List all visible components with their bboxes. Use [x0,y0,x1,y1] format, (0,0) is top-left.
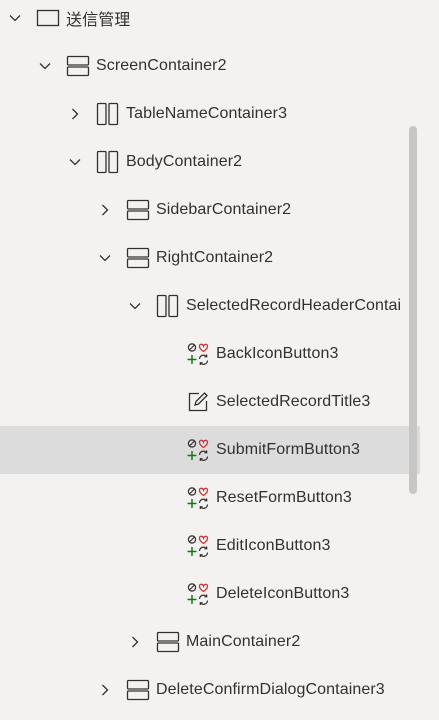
tree-item-label: SelectedRecordTitle3 [216,393,371,410]
button-icon [186,342,210,366]
button-icon [186,534,210,558]
tree-item-label: ScreenContainer2 [96,57,227,74]
tree-item-backiconbutton3[interactable]: BackIconButton3 [0,330,420,378]
tree-view: 送信管理 ScreenContainer2 TableNameContainer… [0,0,420,720]
tree-item-label: BodyContainer2 [126,153,243,170]
vertical-container-icon [66,54,90,78]
tree-item-label: TableNameContainer3 [126,105,288,122]
button-icon [186,582,210,606]
chevron-down-icon[interactable] [36,57,54,75]
tree-item-submitformbutton3[interactable]: SubmitFormButton3 [0,426,420,474]
tree-item-label: SelectedRecordHeaderContai [186,297,402,314]
chevron-right-icon[interactable] [126,633,144,651]
vertical-container-icon [126,246,150,270]
button-icon [186,486,210,510]
scrollbar-thumb[interactable] [409,126,417,494]
horizontal-container-icon [156,294,180,318]
scrollbar-track[interactable] [420,0,439,720]
tree-item-editiconbutton3[interactable]: EditIconButton3 [0,522,420,570]
tree-item-label: DeleteIconButton3 [216,585,350,602]
tree-item-resetformbutton3[interactable]: ResetFormButton3 [0,474,420,522]
chevron-down-icon[interactable] [126,297,144,315]
vertical-container-icon [126,678,150,702]
tree-item-selectedrecordtitle3[interactable]: SelectedRecordTitle3 [0,378,420,426]
label-edit-icon [186,390,210,414]
chevron-down-icon[interactable] [66,153,84,171]
button-icon [186,438,210,462]
vertical-container-icon [126,198,150,222]
chevron-right-icon[interactable] [96,201,114,219]
tree-item-screencontainer2[interactable]: ScreenContainer2 [0,42,420,90]
horizontal-container-icon [96,102,120,126]
tree-item-tablenamecontainer3[interactable]: TableNameContainer3 [0,90,420,138]
tree-item-bodycontainer2[interactable]: BodyContainer2 [0,138,420,186]
chevron-down-icon[interactable] [96,249,114,267]
tree-item-label: DeleteConfirmDialogContainer3 [156,681,385,698]
vertical-container-icon [156,630,180,654]
screen-icon [36,6,60,30]
tree-item-label: EditIconButton3 [216,537,331,554]
chevron-right-icon[interactable] [96,681,114,699]
chevron-down-icon[interactable] [6,9,24,27]
chevron-right-icon[interactable] [66,105,84,123]
tree-item-selectedrecordheadercontainer[interactable]: SelectedRecordHeaderContai [0,282,420,330]
tree-item-label: RightContainer2 [156,249,274,266]
tree-item-label: 送信管理 [66,12,131,29]
tree-item-screen[interactable]: 送信管理 [0,0,420,42]
tree-item-deleteconfirmdialogcontainer3[interactable]: DeleteConfirmDialogContainer3 [0,666,420,714]
tree-item-label: ResetFormButton3 [216,489,352,506]
tree-item-label: SidebarContainer2 [156,201,292,218]
horizontal-container-icon [96,150,120,174]
tree-item-maincontainer2[interactable]: MainContainer2 [0,618,420,666]
tree-item-label: SubmitFormButton3 [216,441,360,458]
tree-item-deleteiconbutton3[interactable]: DeleteIconButton3 [0,570,420,618]
tree-item-sidebarcontainer2[interactable]: SidebarContainer2 [0,186,420,234]
tree-item-label: MainContainer2 [186,633,301,650]
tree-item-rightcontainer2[interactable]: RightContainer2 [0,234,420,282]
tree-item-label: BackIconButton3 [216,345,339,362]
